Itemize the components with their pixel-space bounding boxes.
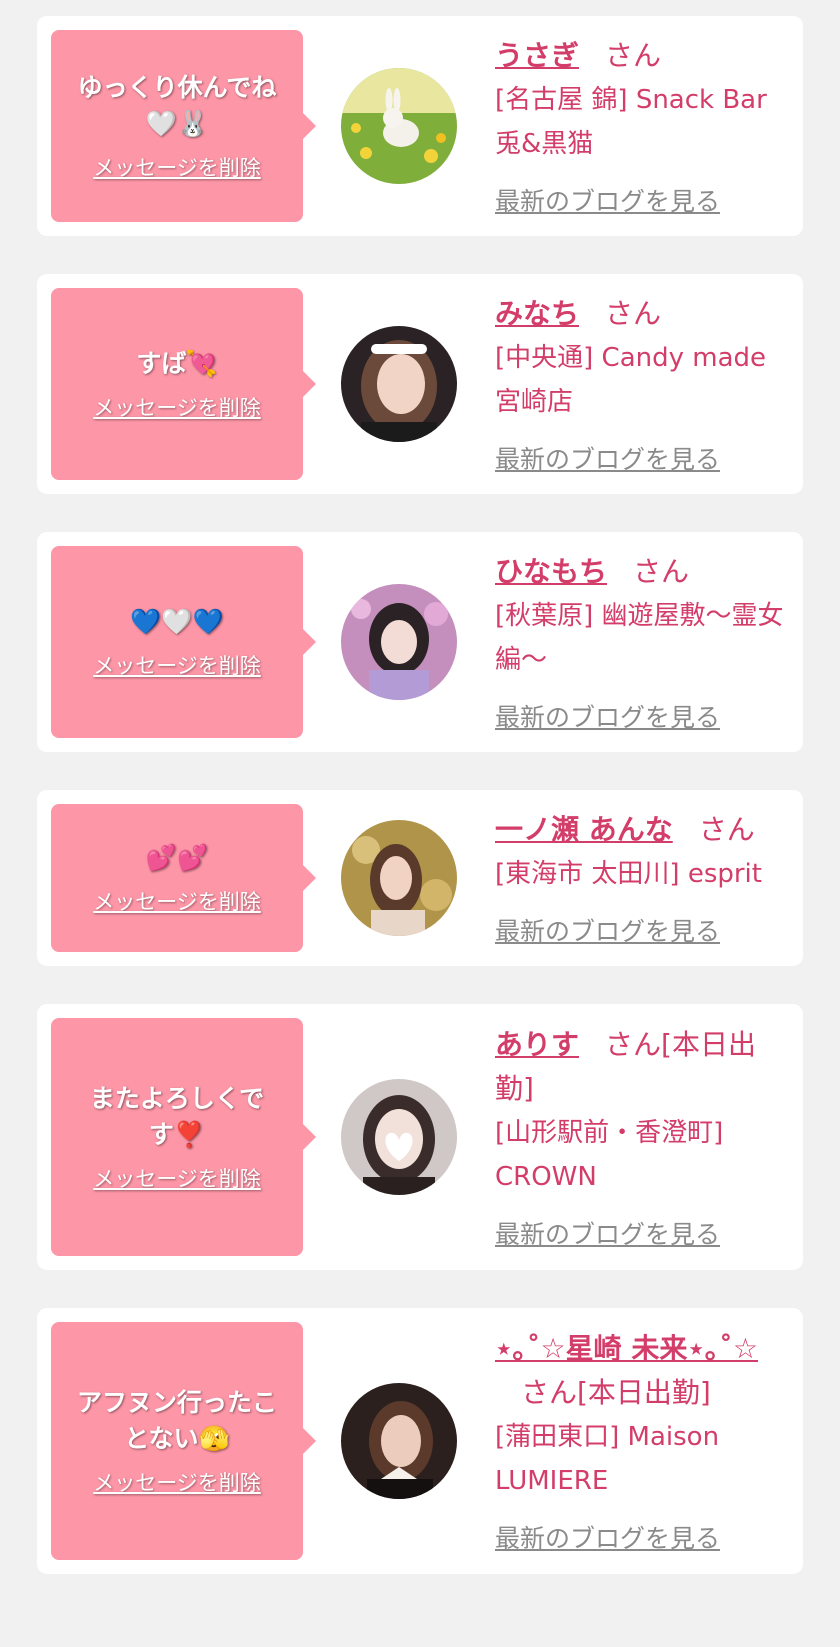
message-card: またよろしくで す❣️ メッセージを削除 ありす さん[本日出勤] [山形駅前・香… xyxy=(37,1004,803,1270)
avatar[interactable] xyxy=(341,820,457,936)
message-text: 💕💕 xyxy=(145,843,209,872)
sender-info: ⋆｡˚☆星崎 未来⋆｡˚☆ さん[本日出勤] [蒲田東口] Maison LUMI… xyxy=(495,1327,785,1555)
message-card: 💕💕 メッセージを削除 一ノ瀬 あんな さん [東海市 太田川] esprit 最… xyxy=(37,790,803,966)
message-card: 💙🤍💙 メッセージを削除 ひなもち さん [秋葉原] 幽遊屋敷〜霊女編〜 最新のブ… xyxy=(37,532,803,752)
person-photo-icon xyxy=(341,584,457,700)
rabbit-photo-icon xyxy=(341,68,457,184)
name-suffix: さん xyxy=(605,39,662,72)
message-bubble: アフヌン行ったこ とない🫣 メッセージを削除 xyxy=(51,1322,316,1560)
sender-name-link[interactable]: うさぎ xyxy=(495,39,579,72)
person-photo-icon xyxy=(341,1383,457,1499)
name-line: うさぎ さん xyxy=(495,34,785,78)
message-bubble: すば💘 メッセージを削除 xyxy=(51,288,316,480)
name-suffix: さん[本日出勤] xyxy=(521,1376,711,1409)
shop-label: [中央通] Candy made 宮崎店 xyxy=(495,343,767,417)
shop-label: [名古屋 錦] Snack Bar 兎&黒猫 xyxy=(495,85,767,159)
name-line: 一ノ瀬 あんな さん xyxy=(495,808,785,852)
message-text: ゆっくり休んでね 🤍🐰 xyxy=(77,73,277,138)
delete-message-link[interactable]: メッセージを削除 xyxy=(93,886,261,916)
message-list: ゆっくり休んでね 🤍🐰 メッセージを削除 うさぎ さん [名古屋 錦] Snack… xyxy=(0,0,840,1574)
message-bubble: またよろしくで す❣️ メッセージを削除 xyxy=(51,1018,316,1256)
sender-info: みなち さん [中央通] Candy made 宮崎店 最新のブログを見る xyxy=(495,292,785,476)
delete-message-link[interactable]: メッセージを削除 xyxy=(93,392,261,422)
avatar[interactable] xyxy=(341,1079,457,1195)
sender-name-link[interactable]: ありす xyxy=(495,1028,579,1061)
message-card: アフヌン行ったこ とない🫣 メッセージを削除 ⋆｡˚☆星崎 未来⋆｡˚☆ さん[本… xyxy=(37,1308,803,1574)
message-bubble: ゆっくり休んでね 🤍🐰 メッセージを削除 xyxy=(51,30,316,222)
message-card: ゆっくり休んでね 🤍🐰 メッセージを削除 うさぎ さん [名古屋 錦] Snack… xyxy=(37,16,803,236)
person-photo-icon xyxy=(341,1079,457,1195)
message-bubble: 💕💕 メッセージを削除 xyxy=(51,804,316,952)
person-photo-icon xyxy=(341,820,457,936)
shop-label: [蒲田東口] Maison LUMIERE xyxy=(495,1422,720,1496)
latest-blog-link[interactable]: 最新のブログを見る xyxy=(495,698,720,734)
sender-name-link[interactable]: ⋆｡˚☆星崎 未来⋆｡˚☆ xyxy=(495,1332,758,1365)
avatar[interactable] xyxy=(341,1383,457,1499)
shop-label: [山形駅前・香澄町] CROWN xyxy=(495,1118,724,1192)
latest-blog-link[interactable]: 最新のブログを見る xyxy=(495,440,720,476)
latest-blog-link[interactable]: 最新のブログを見る xyxy=(495,912,720,948)
message-text: アフヌン行ったこ とない🫣 xyxy=(76,1388,277,1453)
name-line: ありす さん[本日出勤] xyxy=(495,1023,785,1111)
shop-label: [東海市 太田川] esprit xyxy=(495,859,762,889)
message-text: またよろしくで す❣️ xyxy=(89,1084,265,1149)
sender-name-link[interactable]: ひなもち xyxy=(495,555,607,588)
name-suffix: さん xyxy=(605,297,662,330)
latest-blog-link[interactable]: 最新のブログを見る xyxy=(495,182,720,218)
message-text: 💙🤍💙 xyxy=(130,607,224,636)
latest-blog-link[interactable]: 最新のブログを見る xyxy=(495,1519,720,1555)
sender-info: ありす さん[本日出勤] [山形駅前・香澄町] CROWN 最新のブログを見る xyxy=(495,1023,785,1251)
message-bubble: 💙🤍💙 メッセージを削除 xyxy=(51,546,316,738)
sender-info: 一ノ瀬 あんな さん [東海市 太田川] esprit 最新のブログを見る xyxy=(495,808,785,948)
sender-name-link[interactable]: みなち xyxy=(495,297,579,330)
name-suffix: さん xyxy=(698,813,755,846)
sender-name-link[interactable]: 一ノ瀬 あんな xyxy=(495,813,673,846)
delete-message-link[interactable]: メッセージを削除 xyxy=(93,1467,261,1497)
shop-label: [秋葉原] 幽遊屋敷〜霊女編〜 xyxy=(495,601,784,675)
name-line: ⋆｡˚☆星崎 未来⋆｡˚☆ さん[本日出勤] xyxy=(495,1327,785,1415)
name-line: みなち さん xyxy=(495,292,785,336)
person-photo-icon xyxy=(341,326,457,442)
avatar[interactable] xyxy=(341,326,457,442)
sender-info: うさぎ さん [名古屋 錦] Snack Bar 兎&黒猫 最新のブログを見る xyxy=(495,34,785,218)
message-text: すば💘 xyxy=(136,349,218,378)
message-card: すば💘 メッセージを削除 みなち さん [中央通] Candy made 宮崎店 … xyxy=(37,274,803,494)
avatar[interactable] xyxy=(341,584,457,700)
name-line: ひなもち さん xyxy=(495,550,785,594)
sender-info: ひなもち さん [秋葉原] 幽遊屋敷〜霊女編〜 最新のブログを見る xyxy=(495,550,785,734)
delete-message-link[interactable]: メッセージを削除 xyxy=(93,1163,261,1193)
avatar[interactable] xyxy=(341,68,457,184)
name-suffix: さん xyxy=(633,555,690,588)
delete-message-link[interactable]: メッセージを削除 xyxy=(93,152,261,182)
delete-message-link[interactable]: メッセージを削除 xyxy=(93,650,261,680)
latest-blog-link[interactable]: 最新のブログを見る xyxy=(495,1215,720,1251)
